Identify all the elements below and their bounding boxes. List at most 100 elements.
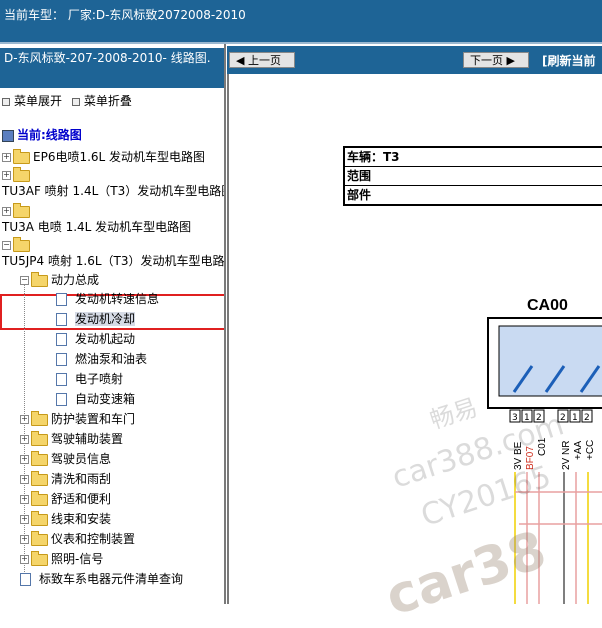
tree-header: D-东风标致-207-2008-2010- 线路图. xyxy=(0,48,224,88)
folder-washer[interactable]: + 清洗和雨刮 xyxy=(20,470,111,488)
item-label-selected: 发动机冷却 xyxy=(75,312,136,326)
folder-open-icon xyxy=(31,271,48,287)
wire-label: +CC xyxy=(585,440,596,460)
wire-labels: 3V BE BF07 C01 2V NR +AA +CC xyxy=(513,437,596,470)
folder-label: 清洗和雨刮 xyxy=(51,472,112,486)
diagram-area: 车辆：T3 范围 部件 CA00 3 1 2 2 1 2 3V BE BF07 … xyxy=(227,74,602,628)
tree-node-ep6[interactable]: + EP6电喷1.6L 发动机车型电路图 xyxy=(2,148,205,166)
vehicle-line: 当前车型： 厂家:D-东风标致2072008-2010 xyxy=(4,8,246,22)
folder-comfort[interactable]: + 舒适和便利 xyxy=(20,490,111,508)
refresh-link[interactable]: [刷新当前 xyxy=(542,52,596,69)
folder-harness[interactable]: + 线束和安装 xyxy=(20,510,111,528)
svg-text:1: 1 xyxy=(572,413,578,423)
svg-text:2: 2 xyxy=(536,413,542,423)
folder-icon xyxy=(13,148,30,164)
tree-pane: D-东风标致-207-2008-2010- 线路图. 菜单展开 菜单折叠 当前:… xyxy=(0,44,226,604)
left-arrow-icon: ◀ xyxy=(236,54,245,67)
folder-instruments[interactable]: + 仪表和控制装置 xyxy=(20,530,135,548)
folder-protection[interactable]: + 防护装置和车门 xyxy=(20,410,135,428)
document-icon xyxy=(56,373,67,386)
right-arrow-icon: ▶ xyxy=(506,54,515,67)
expand-icon xyxy=(2,97,10,106)
prev-page-button[interactable]: ◀ 上一页 xyxy=(229,52,295,68)
item-label: 电子喷射 xyxy=(75,372,124,386)
collapse-toggle-icon[interactable]: − xyxy=(2,241,11,250)
svg-text:2: 2 xyxy=(560,413,566,423)
item-parts-query[interactable]: 标致车系电器元件清单查询 xyxy=(20,570,183,588)
folder-label: 照明-信号 xyxy=(51,552,104,566)
document-icon xyxy=(56,393,67,406)
folder-icon xyxy=(31,530,48,546)
expand-toggle-icon[interactable]: + xyxy=(2,153,11,162)
tree-label: TU5JP4 喷射 1.6L（T3）发动机车型电路图 xyxy=(2,254,226,268)
expand-toggle-icon[interactable]: + xyxy=(20,495,29,504)
prev-label: 上一页 xyxy=(247,54,281,67)
folder-driving-aid[interactable]: + 驾驶辅助装置 xyxy=(20,430,123,448)
next-label: 下一页 xyxy=(470,54,503,67)
expand-toggle-icon[interactable]: + xyxy=(20,475,29,484)
document-icon xyxy=(20,573,31,586)
tree-label: EP6电喷1.6L 发动机车型电路图 xyxy=(33,150,206,164)
wire-label: BF07 xyxy=(525,446,536,470)
folder-icon xyxy=(31,410,48,426)
tree-label: TU3AF 喷射 1.4L（T3）发动机车型电路图 xyxy=(2,184,226,198)
tree-node-tu3af[interactable]: TU3AF 喷射 1.4L（T3）发动机车型电路图 xyxy=(2,182,226,200)
wire-label: C01 xyxy=(537,437,548,456)
folder-label: 防护装置和车门 xyxy=(51,412,136,426)
item-engine-start[interactable]: 发动机起动 xyxy=(56,330,135,348)
document-icon xyxy=(56,293,67,306)
item-engine-speed[interactable]: 发动机转速信息 xyxy=(56,290,159,308)
item-injection[interactable]: 电子喷射 xyxy=(56,370,123,388)
wire-label: +AA xyxy=(573,440,584,460)
collapse-all-link[interactable]: 菜单折叠 xyxy=(71,94,132,108)
folder-label: 仪表和控制装置 xyxy=(51,532,136,546)
folder-icon xyxy=(13,166,30,182)
folder-label: 动力总成 xyxy=(51,273,100,287)
expand-toggle-icon[interactable]: + xyxy=(20,415,29,424)
current-label: 当前:线路图 xyxy=(17,128,82,142)
item-auto-gearbox[interactable]: 自动变速箱 xyxy=(56,390,135,408)
folder-open-icon xyxy=(13,236,30,252)
item-label: 燃油泵和油表 xyxy=(75,352,148,366)
item-label: 发动机转速信息 xyxy=(75,292,160,306)
wires xyxy=(514,472,602,604)
expand-toggle-icon[interactable]: + xyxy=(20,555,29,564)
document-icon xyxy=(56,313,67,326)
wiring-diagram: CA00 3 1 2 2 1 2 3V BE BF07 C01 2V NR +A… xyxy=(487,297,602,604)
item-engine-cooling[interactable]: 发动机冷却 xyxy=(56,310,136,328)
item-label: 自动变速箱 xyxy=(75,392,136,406)
tree-node-tu5jp4[interactable]: TU5JP4 喷射 1.6L（T3）发动机车型电路图 xyxy=(2,252,226,270)
folder-driver-info[interactable]: + 驾驶员信息 xyxy=(20,450,111,468)
menu-ops: 菜单展开 菜单折叠 xyxy=(2,92,138,109)
document-icon xyxy=(56,353,67,366)
expand-all-link[interactable]: 菜单展开 xyxy=(2,94,62,108)
expand-toggle-icon[interactable]: + xyxy=(2,171,11,180)
expand-toggle-icon[interactable]: + xyxy=(20,535,29,544)
folder-label: 驾驶员信息 xyxy=(51,452,112,466)
folder-icon xyxy=(31,470,48,486)
folder-icon xyxy=(31,490,48,506)
wire-label: 2V NR xyxy=(561,441,572,470)
folder-icon xyxy=(31,430,48,446)
expand-toggle-icon[interactable]: + xyxy=(20,435,29,444)
tree-label: TU3A 电喷 1.4L 发动机车型电路图 xyxy=(2,220,192,234)
folder-label: 线束和安装 xyxy=(51,512,112,526)
folder-powertrain[interactable]: − 动力总成 xyxy=(20,271,99,289)
nav-bar: ◀ 上一页 下一页 ▶ [刷新当前 xyxy=(227,46,602,74)
collapse-toggle-icon[interactable]: − xyxy=(20,276,29,285)
next-page-button[interactable]: 下一页 ▶ xyxy=(463,52,529,68)
expand-toggle-icon[interactable]: + xyxy=(2,207,11,216)
tree-node-tu3a[interactable]: TU3A 电喷 1.4L 发动机车型电路图 xyxy=(2,218,191,236)
folder-label: 舒适和便利 xyxy=(51,492,112,506)
current-node[interactable]: 当前:线路图 xyxy=(2,126,82,144)
item-fuel-pump[interactable]: 燃油泵和油表 xyxy=(56,350,147,368)
svg-text:1: 1 xyxy=(524,413,530,423)
wire-label: 3V BE xyxy=(513,441,524,470)
folder-lighting[interactable]: + 照明-信号 xyxy=(20,550,103,568)
computer-icon xyxy=(2,129,14,142)
pin-row: 3 1 2 2 1 2 xyxy=(509,409,593,423)
expand-toggle-icon[interactable]: + xyxy=(20,515,29,524)
expand-toggle-icon[interactable]: + xyxy=(20,455,29,464)
collapse-icon xyxy=(71,97,80,106)
folder-icon xyxy=(31,450,48,466)
